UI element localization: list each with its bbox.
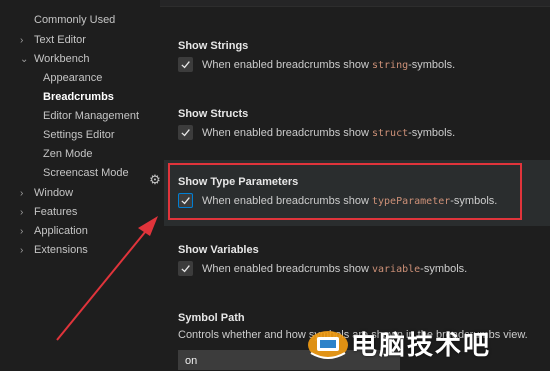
watermark-logo-icon	[308, 331, 348, 359]
watermark-text: 电脑技术吧	[351, 329, 492, 360]
watermark: 电脑技术吧	[305, 318, 550, 368]
red-arrow-annotation	[56, 216, 158, 341]
